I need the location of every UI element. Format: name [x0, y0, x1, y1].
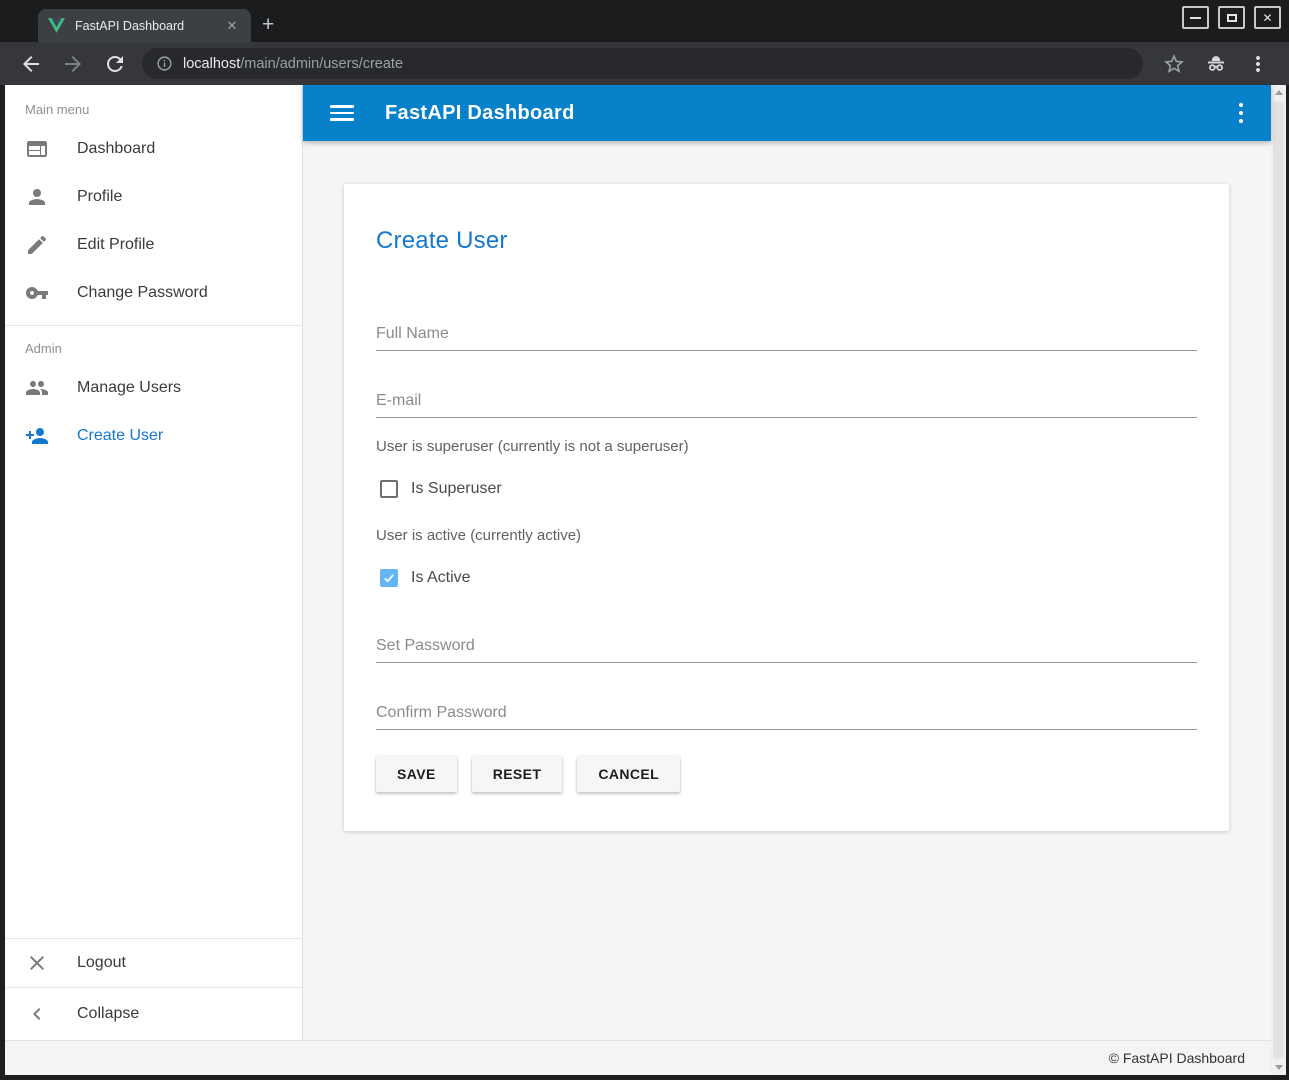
maximize-button[interactable]: [1218, 6, 1245, 29]
full-name-field-wrap: [376, 317, 1197, 351]
sidebar-item-label: Collapse: [77, 1005, 139, 1023]
set-password-field-wrap: [376, 629, 1197, 663]
person-add-icon: [25, 424, 49, 448]
sidebar-item-label: Logout: [77, 954, 126, 972]
full-name-input[interactable]: [376, 317, 1197, 351]
close-button[interactable]: ✕: [1254, 6, 1281, 29]
page-content: Create User User is superuser (currently…: [303, 141, 1271, 1040]
checkmark-icon: [382, 571, 396, 585]
url-path: /main/admin/users/create: [240, 56, 403, 72]
sidebar-item-label: Manage Users: [77, 379, 181, 397]
active-note: User is active (currently active): [376, 527, 1197, 544]
email-field-wrap: [376, 384, 1197, 418]
browser-window: FastAPI Dashboard ✕ + ✕ localhost/main/a…: [0, 0, 1289, 1080]
set-password-input[interactable]: [376, 629, 1197, 663]
is-active-label: Is Active: [411, 569, 471, 587]
url-host: localhost: [183, 56, 240, 72]
page-title: Create User: [376, 227, 1197, 255]
scrollbar-down-arrow[interactable]: [1271, 1060, 1286, 1075]
close-x-icon: [25, 951, 49, 975]
browser-menu-kebab-icon[interactable]: [1246, 52, 1270, 76]
sidebar-item-label: Dashboard: [77, 140, 155, 158]
is-superuser-label: Is Superuser: [411, 480, 502, 498]
browser-titlebar: FastAPI Dashboard ✕ + ✕: [0, 0, 1289, 42]
form-buttons: SAVE RESET CANCEL: [376, 756, 1197, 792]
refresh-icon[interactable]: [103, 52, 127, 76]
sidebar-item-change-password[interactable]: Change Password: [5, 269, 302, 317]
minimize-button[interactable]: [1182, 6, 1209, 29]
sidebar-item-collapse[interactable]: Collapse: [5, 988, 302, 1040]
app-bar: FastAPI Dashboard: [303, 85, 1271, 141]
sidebar-item-create-user[interactable]: Create User: [5, 412, 302, 460]
sidebar-spacer: [5, 460, 302, 938]
create-user-card: Create User User is superuser (currently…: [344, 184, 1229, 831]
page-footer: © FastAPI Dashboard: [5, 1040, 1271, 1075]
dashboard-icon: [25, 137, 49, 161]
sidebar-item-label: Create User: [77, 427, 163, 445]
is-active-checkbox-row[interactable]: Is Active: [376, 566, 1197, 590]
appbar-kebab-icon[interactable]: [1235, 99, 1248, 128]
hamburger-menu-icon[interactable]: [330, 101, 354, 125]
page-viewport: Main menu Dashboard Profile: [5, 85, 1286, 1075]
toolbar-right: [1153, 52, 1279, 76]
email-input[interactable]: [376, 384, 1197, 418]
copyright-text: © FastAPI Dashboard: [1109, 1050, 1245, 1066]
save-button[interactable]: SAVE: [376, 756, 457, 792]
new-tab-button[interactable]: +: [262, 14, 274, 36]
bookmark-star-icon[interactable]: [1162, 52, 1186, 76]
sidebar-item-dashboard[interactable]: Dashboard: [5, 125, 302, 173]
group-icon: [25, 376, 49, 400]
cancel-button[interactable]: CANCEL: [577, 756, 680, 792]
sidebar-item-edit-profile[interactable]: Edit Profile: [5, 221, 302, 269]
is-active-checkbox[interactable]: [380, 569, 398, 587]
sidebar-item-label: Profile: [77, 188, 122, 206]
key-icon: [25, 281, 49, 305]
scrollbar-up-arrow[interactable]: [1271, 85, 1286, 100]
sidebar-item-label: Change Password: [77, 284, 208, 302]
main-area: FastAPI Dashboard Create User: [303, 85, 1271, 1040]
sidebar-header-main-menu: Main menu: [5, 85, 302, 125]
sidebar-item-manage-users[interactable]: Manage Users: [5, 364, 302, 412]
tab-close-icon[interactable]: ✕: [223, 17, 241, 35]
pencil-icon: [25, 233, 49, 257]
vue-favicon-icon: [48, 18, 65, 33]
person-icon: [25, 185, 49, 209]
is-superuser-checkbox[interactable]: [380, 480, 398, 498]
window-controls: ✕: [1182, 6, 1281, 29]
confirm-password-field-wrap: [376, 696, 1197, 730]
back-icon[interactable]: [19, 52, 43, 76]
sidebar-header-admin: Admin: [5, 326, 302, 364]
vertical-scrollbar[interactable]: [1271, 85, 1286, 1075]
browser-toolbar: localhost/main/admin/users/create: [0, 42, 1289, 85]
url-text: localhost/main/admin/users/create: [183, 56, 403, 72]
incognito-icon: [1204, 52, 1228, 76]
app-title: FastAPI Dashboard: [385, 102, 1235, 125]
tab-title: FastAPI Dashboard: [75, 19, 223, 33]
info-icon[interactable]: [156, 55, 173, 72]
address-bar[interactable]: localhost/main/admin/users/create: [142, 48, 1143, 79]
sidebar: Main menu Dashboard Profile: [5, 85, 303, 1040]
confirm-password-input[interactable]: [376, 696, 1197, 730]
reset-button[interactable]: RESET: [472, 756, 563, 792]
forward-icon[interactable]: [61, 52, 85, 76]
chevron-left-icon: [25, 1002, 49, 1026]
sidebar-item-profile[interactable]: Profile: [5, 173, 302, 221]
sidebar-item-logout[interactable]: Logout: [5, 939, 302, 987]
sidebar-item-label: Edit Profile: [77, 236, 154, 254]
browser-tab[interactable]: FastAPI Dashboard ✕: [38, 9, 251, 42]
is-superuser-checkbox-row[interactable]: Is Superuser: [376, 477, 1197, 501]
superuser-note: User is superuser (currently is not a su…: [376, 438, 1197, 455]
scrollbar-thumb[interactable]: [1273, 101, 1284, 1059]
